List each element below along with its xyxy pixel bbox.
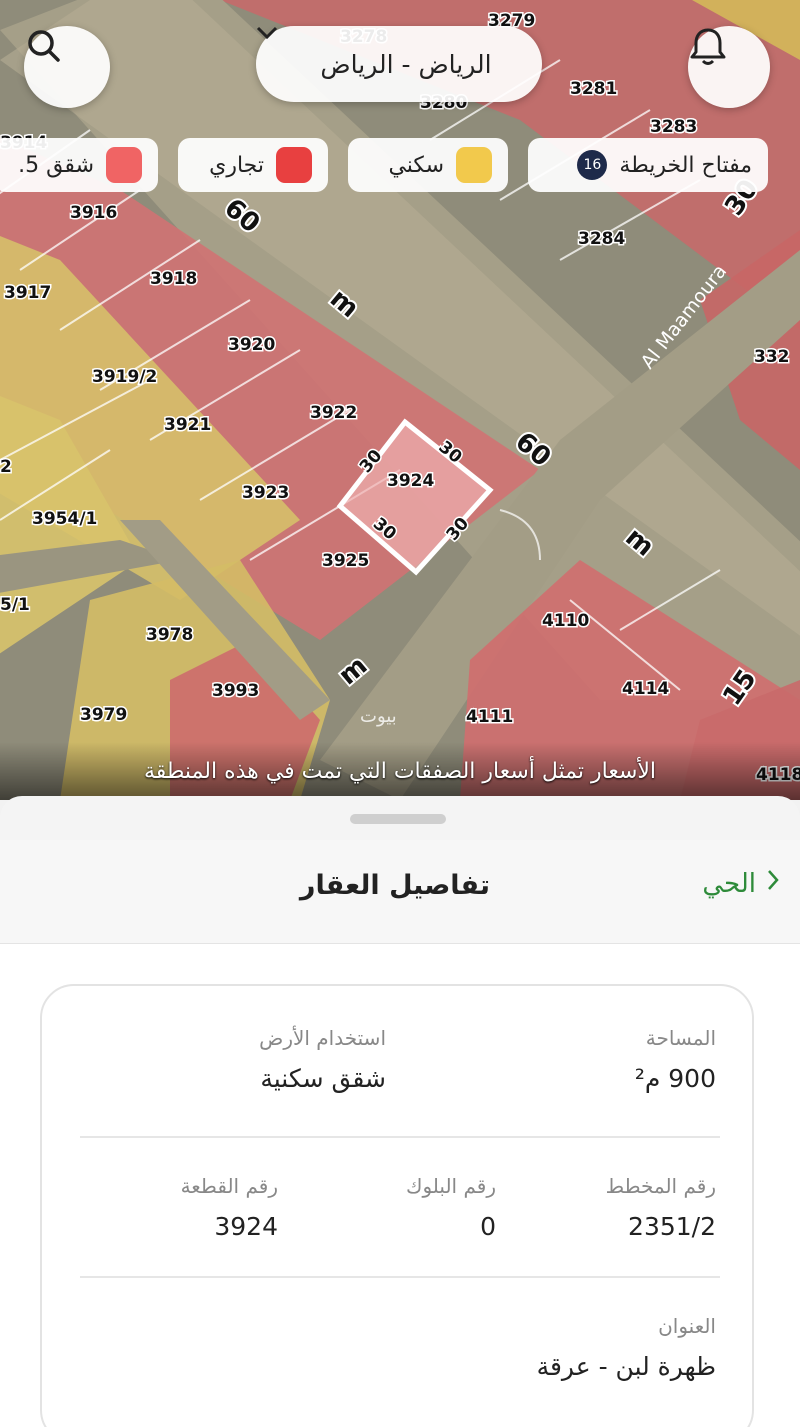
plot-number[interactable]: 3954/1	[31, 508, 99, 531]
plot-number[interactable]: 3920	[227, 334, 277, 357]
address-label: العنوان	[658, 1314, 716, 1338]
parcel-number-label: رقم القطعة	[180, 1174, 278, 1198]
map-canvas[interactable]: 60 m 60 m m 30 15 Al Maamoura 30 30 30 3…	[0, 0, 800, 800]
plan-number-label: رقم المخطط	[605, 1174, 716, 1198]
plot-number[interactable]: 3917	[3, 282, 53, 305]
area-field: المساحة 900 م²	[635, 1026, 716, 1093]
plot-number[interactable]: 3993	[211, 680, 261, 703]
plot-number[interactable]: 332	[753, 346, 792, 369]
price-note-text: الأسعار تمثل أسعار الصفقات التي تمت في ه…	[143, 758, 657, 784]
details-body: المساحة 900 م² استخدام الأرض شقق سكنية ر…	[0, 944, 800, 1427]
plot-number[interactable]: 3925	[321, 550, 371, 573]
block-number-field: رقم البلوك 0	[406, 1174, 496, 1241]
city-dropdown[interactable]: الرياض - الرياض	[256, 26, 542, 102]
address-value: ظهرة لبن - عرقة	[536, 1352, 716, 1381]
plot-number[interactable]: 3919/2	[91, 366, 159, 389]
legend-residential-chip[interactable]: سكني	[348, 138, 508, 192]
residential-swatch	[456, 147, 492, 183]
map-key-badge: 16	[577, 150, 608, 180]
parcel-number-field: رقم القطعة 3924	[181, 1174, 278, 1241]
chevron-right-icon	[766, 868, 780, 899]
sheet-header: تفاصيل العقار الحي	[0, 840, 800, 944]
search-icon	[28, 30, 60, 62]
plot-number[interactable]: 3284	[577, 228, 627, 251]
land-use-value: شقق سكنية	[260, 1064, 386, 1093]
land-use-label: استخدام الأرض	[259, 1026, 386, 1050]
plot-number[interactable]: 3923	[241, 482, 291, 505]
plot-number[interactable]: 3916	[69, 202, 119, 225]
legend-commercial-label: تجاري	[209, 152, 264, 178]
price-note-banner: الأسعار تمثل أسعار الصفقات التي تمت في ه…	[0, 742, 800, 800]
divider	[80, 1136, 720, 1138]
divider	[80, 1276, 720, 1278]
plot-number[interactable]: 3978	[145, 624, 195, 647]
plot-number[interactable]: 3281	[569, 78, 619, 101]
sheet-drag-handle[interactable]	[350, 814, 446, 824]
apartments-swatch	[106, 147, 142, 183]
block-number-label: رقم البلوك	[405, 1174, 496, 1198]
city-dropdown-label: الرياض - الرياض	[320, 49, 492, 79]
plot-number[interactable]: 4111	[465, 706, 515, 729]
area-value: 900 م²	[634, 1064, 716, 1093]
plot-number[interactable]: 3922	[309, 402, 359, 425]
plot-number[interactable]: 4114	[621, 678, 671, 701]
plot-number[interactable]: 3918	[149, 268, 199, 291]
selected-plot-number[interactable]: 3924	[386, 470, 436, 493]
property-info-card: المساحة 900 م² استخدام الأرض شقق سكنية ر…	[40, 984, 754, 1427]
map-key-chip[interactable]: مفتاح الخريطة 16	[528, 138, 768, 192]
property-details-sheet: تفاصيل العقار الحي المساحة 900 م² استخدا…	[0, 796, 800, 1427]
block-number-value: 0	[480, 1212, 496, 1241]
commercial-swatch	[276, 147, 312, 183]
notifications-button[interactable]	[688, 26, 770, 108]
plot-number[interactable]: 3921	[163, 414, 213, 437]
legend-commercial-chip[interactable]: تجاري	[178, 138, 328, 192]
plot-number[interactable]: 3283	[649, 116, 699, 139]
plan-number-field: رقم المخطط 2351/2	[606, 1174, 716, 1241]
sheet-title: تفاصيل العقار	[299, 870, 490, 901]
district-back-link[interactable]: الحي	[702, 868, 780, 899]
bell-icon	[690, 28, 726, 65]
parcel-number-value: 3924	[214, 1212, 278, 1241]
map-key-label: مفتاح الخريطة	[619, 152, 752, 178]
land-use-field: استخدام الأرض شقق سكنية	[259, 1026, 386, 1093]
area-label: المساحة	[645, 1026, 716, 1050]
plot-number[interactable]: 2	[0, 456, 13, 479]
plan-number-value: 2351/2	[628, 1212, 716, 1241]
plot-number[interactable]: 3979	[79, 704, 129, 727]
district-back-label: الحي	[702, 868, 756, 899]
legend-residential-label: سكني	[388, 152, 444, 178]
search-button[interactable]	[24, 26, 110, 108]
address-field: العنوان ظهرة لبن - عرقة	[537, 1314, 716, 1381]
legend-apartments-chip[interactable]: شقق 5.	[0, 138, 158, 192]
plot-number[interactable]: 4110	[541, 610, 591, 633]
watermark-text: بيوت	[360, 706, 397, 727]
plot-number[interactable]: 5/1	[0, 594, 31, 617]
legend-apartments-label: شقق 5.	[18, 152, 94, 178]
map-view[interactable]: 60 m 60 m m 30 15 Al Maamoura 30 30 30 3…	[0, 0, 800, 800]
